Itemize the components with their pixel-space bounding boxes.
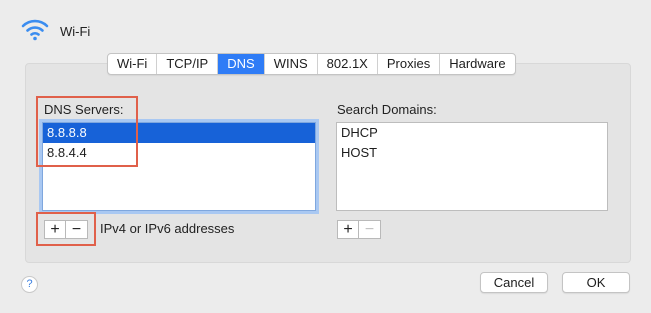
tab-tcpip[interactable]: TCP/IP [157, 54, 219, 74]
dns-servers-list[interactable]: 8.8.8.8 8.8.4.4 [42, 122, 316, 211]
search-domains-label: Search Domains: [337, 102, 437, 117]
window-header: Wi-Fi [0, 0, 651, 52]
help-button[interactable]: ? [21, 276, 38, 293]
tab-bar: Wi-Fi TCP/IP DNS WINS 802.1X Proxies Har… [107, 53, 516, 75]
search-domain-row[interactable]: HOST [337, 143, 607, 163]
search-domain-row[interactable]: DHCP [337, 123, 607, 143]
window-title: Wi-Fi [60, 24, 91, 39]
dns-server-row[interactable]: 8.8.4.4 [43, 143, 315, 163]
tab-proxies[interactable]: Proxies [378, 54, 441, 74]
tab-dns[interactable]: DNS [218, 54, 265, 74]
tab-wifi[interactable]: Wi-Fi [108, 54, 158, 74]
dns-hint-text: IPv4 or IPv6 addresses [100, 221, 235, 236]
dns-server-row[interactable]: 8.8.8.8 [43, 123, 315, 143]
add-search-domain-button[interactable]: + [338, 221, 359, 238]
wifi-icon [21, 19, 49, 41]
search-domains-list[interactable]: DHCP HOST [336, 122, 608, 211]
cancel-button[interactable]: Cancel [480, 272, 548, 293]
remove-search-domain-button[interactable]: − [359, 221, 380, 238]
dns-servers-label: DNS Servers: [44, 102, 124, 117]
search-add-remove-buttons: + − [337, 220, 381, 239]
tab-hardware[interactable]: Hardware [440, 54, 514, 74]
remove-dns-server-button[interactable]: − [66, 221, 87, 238]
tab-8021x[interactable]: 802.1X [318, 54, 378, 74]
ok-button[interactable]: OK [562, 272, 630, 293]
add-dns-server-button[interactable]: + [45, 221, 66, 238]
dns-add-remove-buttons: + − [44, 220, 88, 239]
tab-wins[interactable]: WINS [265, 54, 318, 74]
